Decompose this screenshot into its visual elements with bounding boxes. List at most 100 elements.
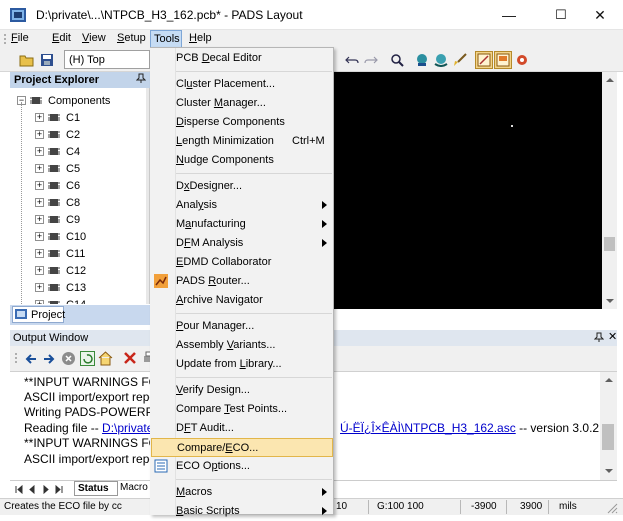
expand-icon[interactable]: + [35, 232, 44, 241]
open-folder-button[interactable] [18, 51, 36, 69]
menu-item-compare-eco[interactable]: Compare/ECO... [151, 438, 333, 457]
canvas-scroll-thumb[interactable] [604, 237, 615, 251]
layer-select[interactable]: (H) Top [64, 50, 150, 69]
resize-grip-icon[interactable] [606, 502, 618, 514]
expand-icon[interactable]: + [35, 249, 44, 258]
log-file-link-tail[interactable]: Ú-ËÏ¿Î×ÊÀÌ\NTPCB_H3_162.asc [340, 421, 516, 435]
minimize-button[interactable]: — [486, 0, 532, 30]
submenu-arrow-icon [322, 220, 327, 228]
route-button[interactable] [413, 51, 431, 69]
stop-button[interactable] [61, 351, 76, 369]
tree-item-component[interactable]: + C2 [10, 126, 149, 143]
pin-icon[interactable] [593, 332, 605, 345]
home-button[interactable] [98, 351, 113, 369]
expand-icon[interactable]: + [35, 266, 44, 275]
scroll-up-icon [606, 78, 614, 82]
expand-icon[interactable]: + [35, 283, 44, 292]
expand-icon[interactable]: + [35, 300, 44, 304]
undo-button[interactable] [343, 51, 361, 69]
window-title: D:\private\...\NTPCB_H3_162.pcb* - PADS … [36, 8, 303, 22]
log-line: Writing PADS-POWERPC [24, 405, 163, 419]
expand-icon[interactable]: + [35, 181, 44, 190]
menu-tools[interactable]: Tools [150, 30, 182, 48]
pin-icon[interactable] [135, 73, 147, 86]
tree-item-component[interactable]: + C14 [10, 296, 149, 304]
expand-icon[interactable]: + [35, 164, 44, 173]
menu-item-analysis[interactable]: Analysis [151, 196, 333, 215]
forward-button[interactable] [42, 352, 56, 369]
tree-item-component[interactable]: + C10 [10, 228, 149, 245]
menu-item-pour-manager[interactable]: Pour Manager... [151, 317, 333, 336]
redo-button[interactable] [362, 51, 380, 69]
pcb-canvas[interactable] [330, 72, 602, 309]
menu-item-label: Cluster Manager... [176, 97, 266, 109]
back-button[interactable] [24, 352, 38, 369]
status-message: Creates the ECO file by cc [4, 501, 122, 512]
menu-item-update-from-library[interactable]: Update from Library... [151, 355, 333, 374]
tree-item-component[interactable]: + C8 [10, 194, 149, 211]
output-scroll-thumb[interactable] [602, 424, 614, 450]
brush-button[interactable] [451, 51, 469, 69]
menu-item-compare-test-points[interactable]: Compare Test Points... [151, 400, 333, 419]
menu-item-cluster-placement[interactable]: Cluster Placement... [151, 75, 333, 94]
expand-icon[interactable]: + [35, 147, 44, 156]
menu-item-disperse-components[interactable]: Disperse Components [151, 113, 333, 132]
menu-item-pads-router[interactable]: PADS Router... [151, 272, 333, 291]
close-icon[interactable]: ✕ [608, 330, 617, 343]
menu-item-macros[interactable]: Macros [151, 483, 333, 502]
menu-item-basic-scripts[interactable]: Basic Scripts [151, 502, 333, 521]
canvas-scrollbar[interactable] [602, 72, 617, 309]
menu-edit[interactable]: Edit [52, 32, 71, 46]
menu-view[interactable]: View [82, 32, 106, 46]
expand-icon[interactable]: + [35, 113, 44, 122]
menu-help[interactable]: Help [189, 32, 212, 46]
menu-file[interactable]: File [11, 32, 29, 46]
clear-button[interactable] [123, 351, 137, 368]
tree-item-component[interactable]: + C11 [10, 245, 149, 262]
menu-item-dxdesigner[interactable]: DxDesigner... [151, 177, 333, 196]
tab-macros[interactable]: Macro [120, 482, 148, 493]
menu-item-pcb-decal-editor[interactable]: PCB Decal Editor [151, 49, 333, 68]
menu-item-nudge-components[interactable]: Nudge Components [151, 151, 333, 170]
tree-item-component[interactable]: + C1 [10, 109, 149, 126]
tab-nav-arrows-icon[interactable] [14, 485, 70, 494]
menu-separator [176, 479, 332, 480]
menu-item-length-minimization[interactable]: Length Minimization Ctrl+M [151, 132, 333, 151]
tree-item-component[interactable]: + C4 [10, 143, 149, 160]
menu-item-archive-navigator[interactable]: Archive Navigator [151, 291, 333, 310]
tree-root-components[interactable]: − Components [10, 92, 149, 109]
menu-item-label: Compare Test Points... [176, 403, 288, 415]
close-button[interactable]: ✕ [577, 0, 623, 30]
pour-icon [434, 54, 448, 67]
menu-item-manufacturing[interactable]: Manufacturing [151, 215, 333, 234]
tree-item-component[interactable]: + C13 [10, 279, 149, 296]
tree-item-component[interactable]: + C5 [10, 160, 149, 177]
menu-item-edmd-collaborator[interactable]: EDMD Collaborator [151, 253, 333, 272]
output-scrollbar[interactable] [600, 372, 617, 480]
expand-icon[interactable]: + [35, 198, 44, 207]
status-divider [548, 500, 549, 514]
refresh-button[interactable] [80, 351, 95, 369]
menu-item-label: DFT Audit... [176, 422, 234, 434]
tree-item-component[interactable]: + C12 [10, 262, 149, 279]
menu-item-cluster-manager[interactable]: Cluster Manager... [151, 94, 333, 113]
expand-icon[interactable]: + [35, 130, 44, 139]
save-button[interactable] [38, 51, 56, 69]
arrow-right-icon [44, 354, 55, 364]
tab-status[interactable]: Status [74, 481, 118, 496]
menu-item-dft-audit[interactable]: DFT Audit... [151, 419, 333, 438]
menu-item-eco-options[interactable]: ECO Options... [151, 457, 333, 476]
design-toolbar-button[interactable] [475, 51, 493, 69]
menu-separator [176, 173, 332, 174]
menu-setup[interactable]: Setup [117, 32, 146, 46]
gear-button[interactable] [513, 51, 531, 69]
menu-item-assembly-variants[interactable]: Assembly Variants... [151, 336, 333, 355]
zoom-button[interactable] [388, 51, 406, 69]
menu-item-dfm-analysis[interactable]: DFM Analysis [151, 234, 333, 253]
expand-icon[interactable]: + [35, 215, 44, 224]
tree-item-component[interactable]: + C6 [10, 177, 149, 194]
tree-item-component[interactable]: + C9 [10, 211, 149, 228]
pour-button[interactable] [432, 51, 450, 69]
drafting-toolbar-button[interactable] [494, 51, 512, 69]
menu-item-verify-design[interactable]: Verify Design... [151, 381, 333, 400]
